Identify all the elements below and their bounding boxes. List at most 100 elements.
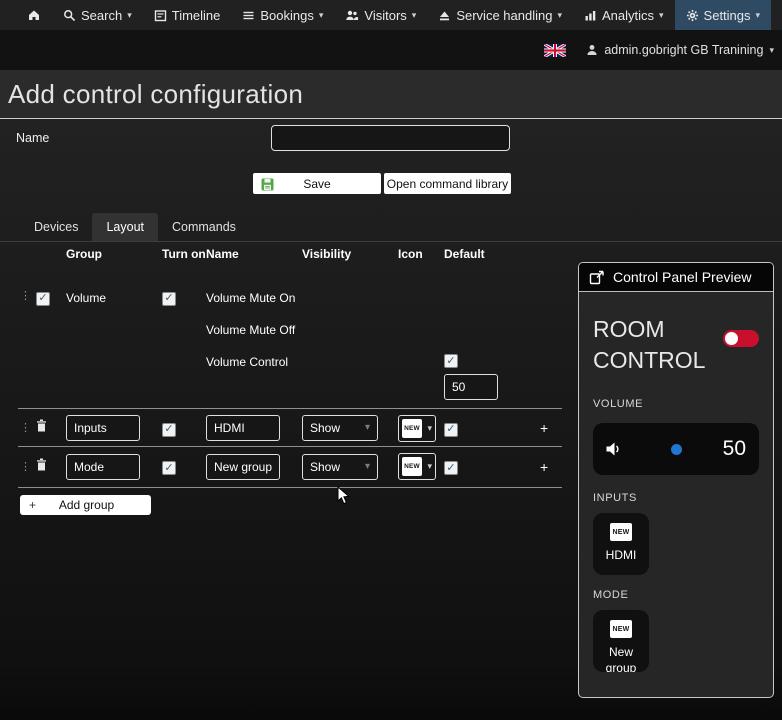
volume-item-control: Volume Control [206, 355, 289, 369]
mouse-cursor [337, 486, 351, 505]
volume-section-label: VOLUME [593, 398, 644, 410]
volume-default-value-input[interactable] [444, 374, 498, 400]
chevron-down-icon: ▾ [769, 44, 774, 55]
volume-slider-card[interactable]: 50 [593, 423, 759, 475]
nav-search-label: Search [81, 7, 123, 23]
preview-mode-button[interactable]: NEW New group [593, 610, 649, 672]
nav-visitors[interactable]: Visitors ▾ [334, 0, 427, 30]
nav-settings[interactable]: Settings ▾ [674, 0, 772, 30]
add-item-button[interactable]: + [516, 420, 560, 436]
chevron-down-icon: ▾ [659, 9, 664, 20]
mode-button-label: New group [605, 645, 637, 672]
nav-service-handling[interactable]: Service handling ▾ [427, 0, 573, 30]
app-window: Search ▾ Timeline Bookings ▾ Visitors ▾ … [0, 0, 782, 720]
chevron-down-icon: ▾ [127, 9, 132, 20]
tab-bar: Devices Layout Commands [0, 213, 782, 242]
list-icon [243, 11, 254, 19]
chevron-down-icon: ▾ [755, 9, 761, 20]
delete-row-button[interactable] [36, 419, 47, 437]
group-name-input[interactable] [66, 415, 140, 441]
preview-body: ROOM CONTROL VOLUME 50 INPUTS NEW HDMI M… [579, 292, 773, 672]
group-name-input[interactable] [66, 453, 140, 480]
eject-icon [440, 11, 450, 20]
turn-on-checkbox[interactable]: ✓ [162, 461, 176, 475]
people-icon [346, 10, 359, 20]
col-header-icon: Icon [398, 247, 423, 261]
preview-hdmi-button[interactable]: NEW HDMI [593, 513, 649, 575]
nav-service-handling-label: Service handling [456, 7, 553, 23]
user-icon [587, 45, 597, 55]
check-icon: ✓ [446, 354, 456, 367]
save-button-label: Save [303, 176, 331, 191]
page-title: Add control configuration [8, 78, 304, 109]
page-header: Add control configuration [0, 70, 782, 119]
trash-icon [37, 419, 46, 432]
nav-home[interactable] [16, 0, 52, 30]
volume-slider-handle[interactable] [670, 443, 682, 455]
name-label: Name [16, 131, 50, 145]
check-icon: ✓ [446, 461, 456, 474]
check-icon: ✓ [164, 292, 174, 304]
drag-handle-icon[interactable]: ⋮ [20, 290, 36, 302]
visibility-select[interactable]: Show ▾ [302, 415, 378, 441]
add-item-button[interactable]: + [516, 459, 560, 475]
chevron-down-icon: ▾ [318, 9, 324, 20]
nav-analytics-label: Analytics [601, 7, 655, 23]
tab-layout-label: Layout [106, 220, 144, 234]
tab-layout[interactable]: Layout [92, 213, 158, 241]
icon-select[interactable]: NEW ▾ [398, 453, 436, 480]
visibility-select[interactable]: Show ▾ [302, 453, 378, 480]
uk-flag-icon[interactable] [544, 43, 567, 57]
volume-item-mute-off: Volume Mute Off [206, 323, 296, 337]
preview-title: Control Panel Preview [613, 269, 752, 285]
drag-handle-icon[interactable]: ⋮ [20, 422, 36, 434]
nav-search[interactable]: Search ▾ [52, 0, 143, 30]
col-header-name: Name [206, 247, 239, 261]
chevron-down-icon: ▾ [557, 9, 562, 20]
speaker-icon [606, 442, 619, 456]
add-group-button[interactable]: + Add group [20, 495, 151, 515]
chevron-down-icon: ▾ [427, 461, 432, 471]
volume-group-checkbox[interactable]: ✓ [36, 291, 50, 306]
name-input[interactable] [271, 125, 510, 151]
new-badge-icon: NEW [402, 457, 422, 476]
nav-timeline-label: Timeline [171, 7, 221, 23]
room-power-toggle[interactable] [723, 330, 759, 347]
user-menu[interactable]: admin.gobright GB Tranining ▾ [586, 43, 774, 57]
search-icon [64, 9, 76, 21]
delete-row-button[interactable] [36, 458, 47, 476]
bar-chart-icon [585, 10, 596, 20]
volume-group-label: Volume [66, 291, 107, 305]
tab-devices[interactable]: Devices [20, 213, 92, 241]
col-header-turn-on: Turn on [162, 247, 206, 261]
open-command-library-button[interactable]: Open command library [384, 173, 511, 194]
nav-analytics[interactable]: Analytics ▾ [573, 0, 675, 30]
volume-default-checkbox[interactable]: ✓ [444, 354, 458, 368]
col-header-visibility: Visibility [302, 247, 352, 261]
default-checkbox[interactable]: ✓ [444, 461, 458, 475]
save-button[interactable]: Save [253, 173, 381, 194]
turn-on-checkbox[interactable]: ✓ [162, 422, 176, 437]
gear-icon [686, 9, 698, 21]
tab-commands[interactable]: Commands [158, 213, 250, 241]
default-checkbox[interactable]: ✓ [444, 422, 458, 437]
nav-timeline[interactable]: Timeline [143, 0, 232, 30]
col-header-group: Group [66, 247, 102, 261]
table-row-mode: ⋮ ✓ Show ▾ NEW ▾ ✓ + [20, 447, 562, 486]
check-icon: ✓ [446, 423, 456, 435]
volume-turn-on-checkbox[interactable]: ✓ [162, 291, 176, 306]
item-name-input[interactable] [206, 415, 280, 441]
volume-item-mute-on: Volume Mute On [206, 291, 296, 305]
chevron-down-icon: ▾ [427, 422, 432, 433]
check-icon: ✓ [164, 423, 174, 435]
item-name-input[interactable] [206, 453, 280, 480]
add-group-label: Add group [58, 498, 115, 512]
panel-preview-icon [589, 270, 604, 284]
table-header-row: Group Turn on Name Visibility Icon Defau… [20, 247, 562, 261]
new-badge-icon: NEW [610, 523, 632, 541]
nav-bookings[interactable]: Bookings ▾ [231, 0, 334, 30]
drag-handle-icon[interactable]: ⋮ [20, 461, 36, 473]
top-nav: Search ▾ Timeline Bookings ▾ Visitors ▾ … [0, 0, 782, 30]
icon-select[interactable]: NEW ▾ [398, 414, 436, 442]
chevron-down-icon: ▾ [411, 9, 417, 20]
